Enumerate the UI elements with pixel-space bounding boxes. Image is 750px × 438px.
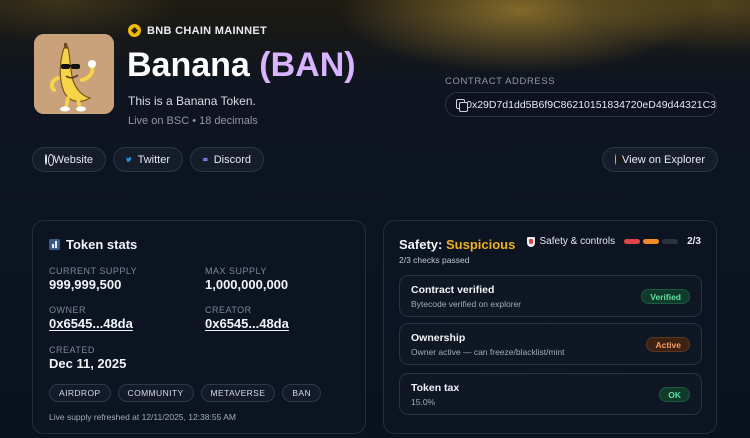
bnb-chain-icon	[128, 24, 141, 37]
banana-mascot-icon	[34, 34, 114, 114]
max-supply-label: MAX SUPPLY	[205, 266, 267, 276]
website-button[interactable]: Website	[32, 147, 106, 172]
network-badge: BNB CHAIN MAINNET	[128, 24, 267, 37]
token-logo	[34, 34, 114, 114]
status-badge: OK	[659, 387, 690, 402]
token-meta: Live on BSC • 18 decimals	[128, 115, 258, 127]
owner-label: OWNER	[49, 305, 86, 315]
contract-address-value: 0x29D7d1dd5B6f9C86210151834720eD49d44321…	[466, 98, 716, 111]
twitter-icon	[126, 157, 132, 162]
safety-card: Safety: Suspicious 2/3 checks passed Saf…	[383, 220, 717, 434]
tag-ban: BAN	[282, 384, 322, 402]
check-description: 15.0%	[411, 397, 436, 407]
token-name: Banana	[127, 46, 250, 84]
check-contract-verified: Contract verified Bytecode verified on e…	[399, 275, 702, 317]
safety-controls-label: Safety & controls	[539, 236, 616, 247]
token-page: BNB CHAIN MAINNET Banana (BAN) This is a…	[0, 0, 750, 438]
network-label: BNB CHAIN MAINNET	[147, 24, 267, 37]
discord-button[interactable]: Discord	[190, 147, 264, 172]
globe-icon	[45, 154, 57, 166]
twitter-button[interactable]: Twitter	[113, 147, 183, 172]
safety-title: Safety: Suspicious	[399, 237, 515, 252]
tag-metaverse: METAVERSE	[200, 384, 276, 402]
discord-label: Discord	[213, 153, 251, 166]
safety-controls-indicator: Safety & controls 2/3	[526, 236, 701, 247]
score-bar-1	[624, 239, 641, 244]
check-title: Contract verified	[411, 284, 495, 296]
page-title: Banana (BAN)	[127, 46, 356, 85]
token-description: This is a Banana Token.	[128, 94, 256, 108]
max-supply-value: 1,000,000,000	[205, 277, 289, 292]
tag-airdrop: AIRDROP	[49, 384, 111, 402]
current-supply-label: CURRENT SUPPLY	[49, 266, 138, 276]
contract-address-copy-button[interactable]: 0x29D7d1dd5B6f9C86210151834720eD49d44321…	[445, 92, 717, 117]
score-bar-2	[643, 239, 660, 244]
creator-label: CREATOR	[205, 305, 252, 315]
copy-icon	[456, 99, 469, 112]
created-value: Dec 11, 2025	[49, 356, 127, 371]
discord-icon	[203, 157, 208, 162]
safety-score: 2/3	[687, 236, 701, 247]
status-badge: Active	[646, 337, 690, 352]
current-supply-value: 999,999,500	[49, 277, 122, 292]
bar-chart-icon	[49, 239, 60, 250]
created-label: CREATED	[49, 345, 95, 355]
creator-address-link[interactable]: 0x6545...48da	[205, 316, 289, 331]
check-title: Token tax	[411, 382, 460, 394]
token-stats-heading: Token stats	[66, 237, 138, 252]
score-bar-3	[662, 239, 679, 244]
token-symbol: (BAN)	[259, 46, 356, 84]
twitter-label: Twitter	[137, 153, 170, 166]
shield-icon	[526, 236, 535, 247]
safety-title-prefix: Safety:	[399, 237, 443, 252]
bscscan-icon	[615, 154, 624, 165]
token-tags: AIRDROP COMMUNITY METAVERSE BAN	[49, 384, 322, 402]
safety-score-bars	[624, 239, 679, 244]
checks-passed-summary: 2/3 checks passed	[399, 255, 470, 265]
supply-refresh-note: Live supply refreshed at 12/11/2025, 12:…	[49, 412, 236, 422]
explorer-label: View on Explorer	[622, 153, 705, 166]
check-token-tax: Token tax 15.0% OK	[399, 373, 702, 415]
check-description: Bytecode verified on explorer	[411, 299, 522, 309]
status-badge: Verified	[641, 289, 690, 304]
token-stats-card: Token stats CURRENT SUPPLY 999,999,500 M…	[32, 220, 366, 434]
view-on-explorer-button[interactable]: View on Explorer	[602, 147, 718, 172]
contract-address-label: CONTRACT ADDRESS	[445, 76, 556, 87]
check-title: Ownership	[411, 332, 466, 344]
owner-address-link[interactable]: 0x6545...48da	[49, 316, 133, 331]
token-stats-title: Token stats	[49, 237, 137, 252]
website-label: Website	[53, 153, 93, 166]
check-description: Owner active — can freeze/blacklist/mint	[411, 347, 565, 357]
safety-verdict: Suspicious	[445, 237, 516, 252]
tag-community: COMMUNITY	[117, 384, 194, 402]
check-ownership: Ownership Owner active — can freeze/blac…	[399, 323, 702, 365]
